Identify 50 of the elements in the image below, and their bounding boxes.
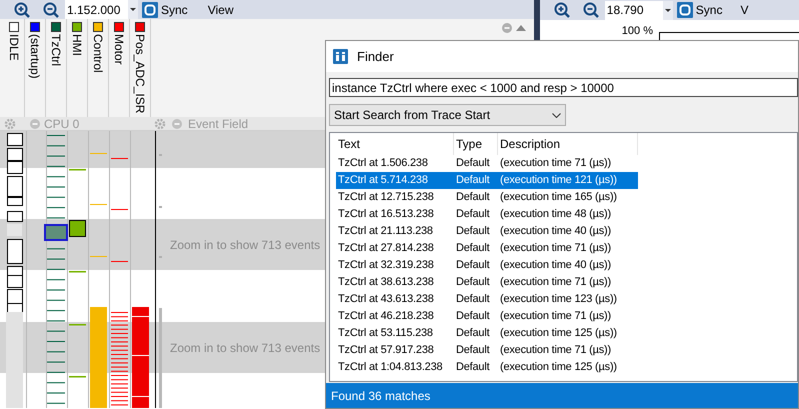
dropdown-button[interactable] xyxy=(128,0,138,20)
scroll-up-icon[interactable] xyxy=(516,25,526,32)
dropdown-button[interactable] xyxy=(662,0,673,20)
view-menu[interactable]: V xyxy=(740,1,748,19)
result-row[interactable]: TzCtrl at 27.814.238 Default (execution time 71 (µs)) xyxy=(336,240,638,257)
sync-icon xyxy=(676,2,693,18)
result-row[interactable]: TzCtrl at 12.715.238 Default (execution time 165 (µs)) xyxy=(336,189,638,206)
view-menu[interactable]: View xyxy=(208,0,234,19)
result-row[interactable]: TzCtrl at 43.613.238 Default (execution time 123 (µs)) xyxy=(336,291,638,308)
result-row[interactable]: TzCtrl at 46.218.238 Default (execution time 71 (µs)) xyxy=(336,308,638,325)
zoom-out-icon[interactable] xyxy=(582,2,599,18)
task-label: IDLE xyxy=(8,34,20,62)
event-placeholder-text: Zoom in to show 713 events xyxy=(170,236,320,254)
column-header[interactable]: Description xyxy=(498,133,638,155)
task-label: Pos_ADC_ISR xyxy=(134,34,146,114)
chevron-down-icon xyxy=(552,112,561,118)
search-mode-dropdown[interactable]: Start Search from Trace Start xyxy=(329,104,566,126)
query-field[interactable]: instance TzCtrl where exec < 1000 and resp > 10000 xyxy=(329,78,798,97)
task-label: Motor xyxy=(113,34,125,66)
task-label: HMI xyxy=(71,34,83,56)
result-row[interactable]: TzCtrl at 1:04.813.238 Default (execution time 125 (µs)) xyxy=(336,359,638,376)
zoom-value-field[interactable]: 1.152.000 xyxy=(65,0,128,20)
axis-label: 100 % xyxy=(622,26,653,37)
result-row[interactable]: TzCtrl at 32.319.238 Default (execution time 40 (µs)) xyxy=(336,257,638,274)
zoom-in-icon[interactable] xyxy=(554,2,570,18)
event-placeholder-text: Zoom in to show 713 events xyxy=(170,340,320,356)
zoom-value-field[interactable]: 18.790 xyxy=(604,0,663,20)
task-label: (startup) xyxy=(29,34,41,80)
result-row[interactable]: TzCtrl at 57.917.238 Default (execution time 71 (µs)) xyxy=(336,342,638,359)
cpu-label: CPU 0 xyxy=(44,118,80,130)
zoom-out-icon[interactable] xyxy=(43,2,59,18)
finder-icon xyxy=(333,49,348,64)
zoom-in-icon[interactable] xyxy=(14,2,30,18)
caret-down-icon xyxy=(130,8,136,12)
status-bar: Found 36 matches xyxy=(326,383,798,408)
result-row[interactable]: TzCtrl at 53.115.238 Default (execution time 125 (µs)) xyxy=(336,325,638,342)
task-label: Control xyxy=(92,34,104,74)
result-row[interactable]: TzCtrl at 21.113.238 Default (execution time 40 (µs)) xyxy=(336,223,638,240)
column-header[interactable]: Type xyxy=(454,133,498,155)
event-field-label: Event Field xyxy=(188,118,248,130)
result-row[interactable]: TzCtrl at 1.506.238 Default (execution time 71 (µs)) xyxy=(336,155,638,172)
sync-button[interactable]: Sync xyxy=(142,0,188,19)
sync-button[interactable]: Sync xyxy=(676,1,722,19)
result-row[interactable]: TzCtrl at 38.613.238 Default (execution time 71 (µs)) xyxy=(336,274,638,291)
column-header[interactable]: Text xyxy=(336,133,454,155)
window-title: Finder xyxy=(357,48,394,66)
task-label: TzCtrl xyxy=(50,34,62,66)
result-row[interactable]: TzCtrl at 5.714.238 Default (execution time 121 (µs)) xyxy=(336,172,638,189)
result-row[interactable]: TzCtrl at 16.513.238 Default (execution time 48 (µs)) xyxy=(336,206,638,223)
caret-down-icon xyxy=(664,8,671,12)
